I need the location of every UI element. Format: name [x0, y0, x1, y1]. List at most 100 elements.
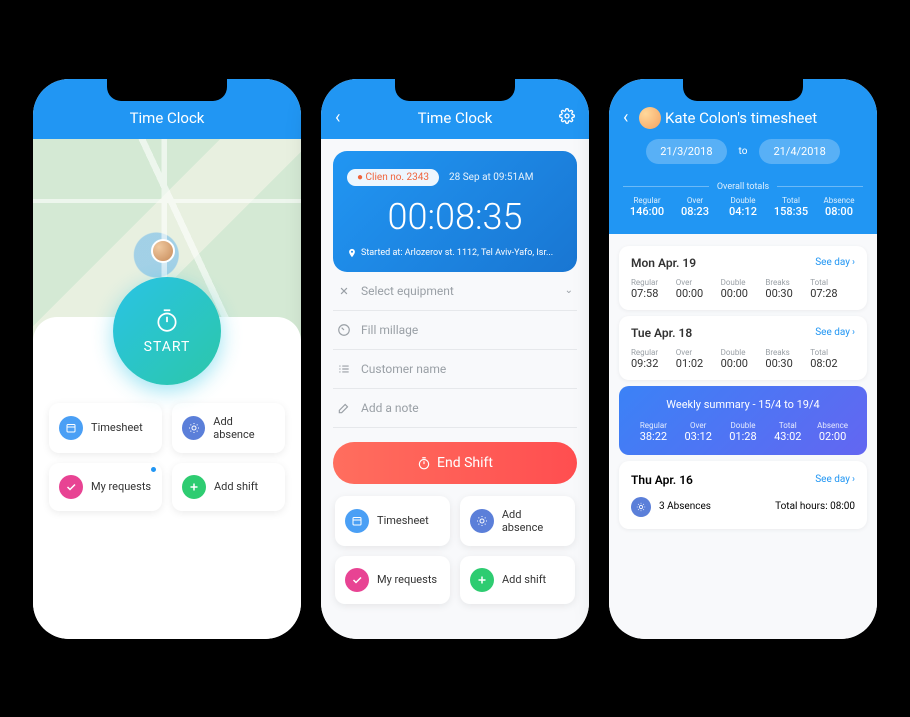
check-icon [345, 568, 369, 592]
body: ● Clien no. 2343 28 Sep at 09:51AM 00:08… [321, 139, 589, 639]
action-label: Timesheet [377, 514, 429, 527]
elapsed-time: 00:08:35 [347, 196, 563, 238]
phone-start: Time Clock START Timesheet Add absence [33, 79, 301, 639]
sun-icon [631, 497, 651, 517]
day-header: Thu Apr. 16 See day › [631, 473, 855, 487]
timer-meta: ● Clien no. 2343 28 Sep at 09:51AM [347, 165, 563, 186]
plus-icon [470, 568, 494, 592]
list-icon [337, 362, 351, 376]
client-pill[interactable]: ● Clien no. 2343 [347, 169, 439, 186]
end-shift-label: End Shift [437, 455, 493, 471]
stopwatch-icon [417, 456, 431, 470]
timesheet-button[interactable]: Timesheet [335, 496, 450, 546]
notch [683, 79, 803, 101]
pin-icon [347, 248, 357, 258]
weekly-summary-card: Weekly summary - 15/4 to 19/4 Regular38:… [619, 386, 867, 455]
action-label: My requests [377, 573, 437, 586]
mileage-field[interactable]: Fill millage [333, 311, 577, 350]
see-day-link[interactable]: See day › [815, 473, 855, 487]
phone-timesheet: ‹ Kate Colon's timesheet 21/3/2018 to 21… [609, 79, 877, 639]
my-requests-button[interactable]: My requests [49, 463, 162, 511]
day-grid: Regular09:32 Over01:02 Double00:00 Break… [631, 348, 855, 370]
date-from-button[interactable]: 21/3/2018 [646, 139, 726, 164]
settings-button[interactable] [559, 108, 575, 128]
my-requests-button[interactable]: My requests [335, 556, 450, 604]
location-text: Started at: Arlozerov st. 1112, Tel Aviv… [361, 248, 553, 258]
start-button[interactable]: START [113, 277, 221, 385]
customer-field[interactable]: Customer name [333, 350, 577, 389]
total-col: Over08:23 [671, 196, 719, 218]
user-avatar[interactable] [639, 107, 661, 129]
absence-count: 3 Absences [659, 501, 711, 512]
absence-total: Total hours: 08:00 [775, 501, 855, 512]
action-grid: Timesheet Add absence My requests Add [47, 403, 287, 511]
day-card[interactable]: Tue Apr. 18 See day › Regular09:32 Over0… [619, 316, 867, 380]
action-label: Timesheet [91, 421, 143, 434]
calendar-icon [59, 416, 83, 440]
absence-row: 3 Absences Total hours: 08:00 [631, 497, 855, 517]
page-title: Kate Colon's timesheet [665, 109, 817, 127]
day-header: Tue Apr. 18 See day › [631, 326, 855, 340]
sun-icon [182, 416, 205, 440]
action-label: Add shift [502, 573, 546, 586]
action-grid: Timesheet Add absence My requests Add sh… [333, 496, 577, 604]
day-header: Mon Apr. 19 See day › [631, 256, 855, 270]
sun-icon [470, 509, 494, 533]
totals-title: Overall totals [623, 182, 863, 192]
back-button[interactable]: ‹ [335, 107, 340, 128]
total-col: Total158:35 [767, 196, 815, 218]
action-label: My requests [91, 480, 151, 493]
user-location-avatar[interactable] [151, 239, 175, 263]
action-label: Add absence [213, 415, 275, 441]
day-date: Tue Apr. 18 [631, 326, 692, 340]
gauge-icon [337, 323, 351, 337]
day-grid: Regular07:58 Over00:00 Double00:00 Break… [631, 278, 855, 300]
add-absence-button[interactable]: Add absence [460, 496, 575, 546]
timesheet-button[interactable]: Timesheet [49, 403, 162, 453]
start-panel: START Timesheet Add absence My requ [33, 317, 301, 639]
day-date: Mon Apr. 19 [631, 256, 696, 270]
total-col: Absence08:00 [815, 196, 863, 218]
field-label: Select equipment [361, 284, 454, 298]
notch [395, 79, 515, 101]
select-equipment-field[interactable]: Select equipment ⌄ [333, 272, 577, 311]
notch [107, 79, 227, 101]
edit-icon [337, 401, 351, 415]
total-col: Regular146:00 [623, 196, 671, 218]
day-card[interactable]: Mon Apr. 19 See day › Regular07:58 Over0… [619, 246, 867, 310]
to-label: to [739, 146, 748, 157]
total-col: Double04:12 [719, 196, 767, 218]
note-field[interactable]: Add a note [333, 389, 577, 428]
date-to-button[interactable]: 21/4/2018 [759, 139, 839, 164]
start-label: START [144, 339, 191, 355]
field-label: Add a note [361, 401, 419, 415]
add-absence-button[interactable]: Add absence [172, 403, 285, 453]
chevron-down-icon: ⌄ [565, 285, 573, 296]
see-day-link[interactable]: See day › [815, 326, 855, 340]
back-button[interactable]: ‹ [623, 107, 628, 128]
day-date: Thu Apr. 16 [631, 473, 693, 487]
field-label: Fill millage [361, 323, 418, 337]
weekly-grid: Regular38:22 Over03:12 Double01:28 Total… [631, 421, 855, 443]
add-shift-button[interactable]: Add shift [460, 556, 575, 604]
add-shift-button[interactable]: Add shift [172, 463, 285, 511]
body[interactable]: Mon Apr. 19 See day › Regular07:58 Over0… [609, 234, 877, 639]
page-title: Time Clock [418, 109, 493, 127]
page-title: Time Clock [130, 109, 205, 127]
timer-card: ● Clien no. 2343 28 Sep at 09:51AM 00:08… [333, 151, 577, 272]
action-label: Add absence [502, 508, 565, 534]
check-icon [59, 475, 83, 499]
field-label: Customer name [361, 362, 446, 376]
end-shift-button[interactable]: End Shift [333, 442, 577, 484]
see-day-link[interactable]: See day › [815, 256, 855, 270]
start-timestamp: 28 Sep at 09:51AM [449, 172, 533, 183]
overall-totals: Overall totals Regular146:00 Over08:23 D… [609, 174, 877, 234]
tools-icon [337, 284, 351, 298]
gear-icon [559, 108, 575, 124]
day-card-absence[interactable]: Thu Apr. 16 See day › 3 Absences Total h… [619, 461, 867, 529]
stopwatch-icon [154, 307, 180, 333]
date-range: 21/3/2018 to 21/4/2018 [609, 139, 877, 174]
action-label: Add shift [214, 480, 258, 493]
plus-icon [182, 475, 206, 499]
calendar-icon [345, 509, 369, 533]
